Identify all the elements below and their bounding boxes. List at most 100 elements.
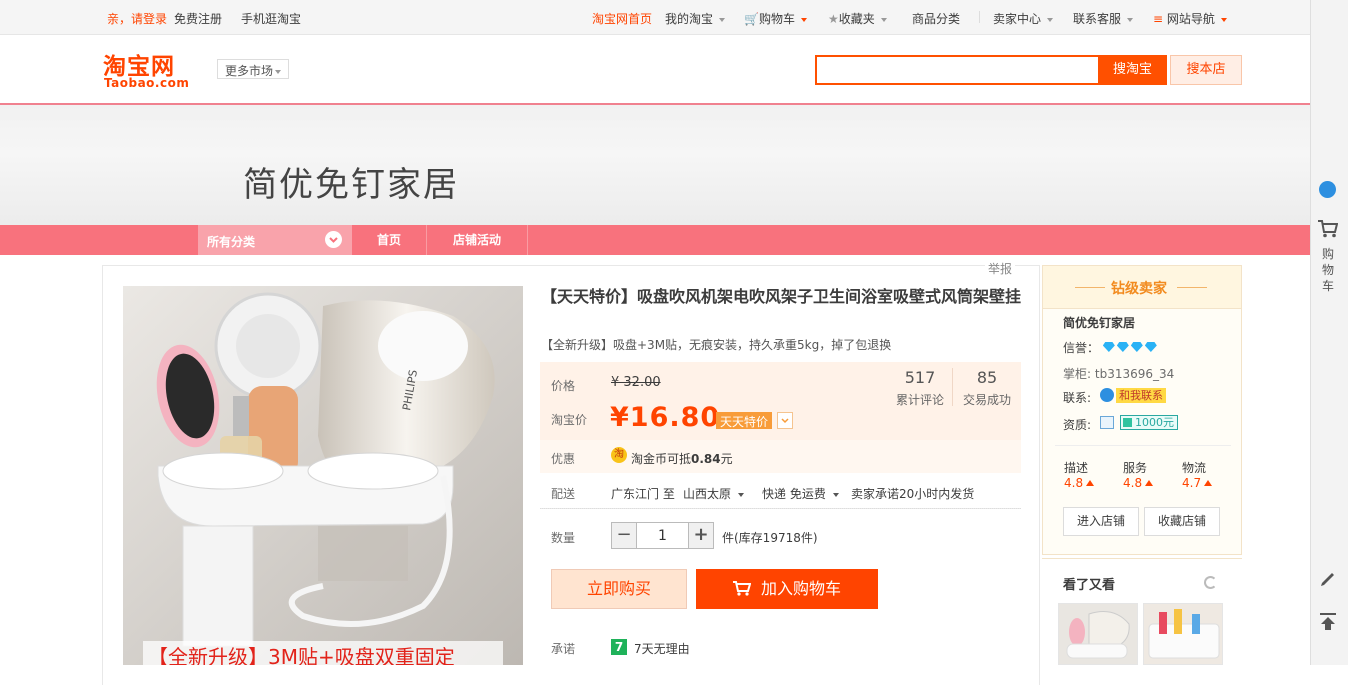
site-nav-menu[interactable]: ≡ 网站导航 bbox=[1153, 10, 1227, 27]
chevron-down-icon bbox=[275, 69, 282, 74]
ship-method-dropdown[interactable]: 快递 免运费 bbox=[762, 485, 839, 502]
buy-now-button[interactable]: 立即购买 bbox=[551, 569, 687, 609]
categories-link[interactable]: 商品分类 bbox=[912, 10, 960, 27]
back-to-top-icon[interactable] bbox=[1319, 612, 1337, 633]
certificate-icon[interactable] bbox=[1100, 416, 1114, 429]
promise-label: 承诺 bbox=[551, 642, 576, 656]
arrow-up-icon bbox=[1204, 480, 1213, 486]
quantity-decrease-button[interactable]: − bbox=[611, 522, 637, 549]
cart-icon: 🛒 bbox=[744, 12, 759, 26]
nav-home[interactable]: 首页 bbox=[352, 225, 427, 255]
product-image[interactable]: PHILIPS 【全新升级】3M贴+吸盘双重固定 bbox=[123, 286, 523, 665]
reviews-label[interactable]: 累计评论 bbox=[893, 391, 947, 408]
recommended-thumbnail[interactable] bbox=[1058, 603, 1138, 665]
diamond-icon bbox=[1116, 342, 1129, 352]
right-sidebar bbox=[1310, 0, 1348, 665]
service-menu[interactable]: 联系客服 bbox=[1073, 10, 1134, 27]
diamond-icon bbox=[1130, 342, 1143, 352]
cart-menu[interactable]: 🛒购物车 bbox=[744, 10, 807, 27]
diamond-icon bbox=[1144, 342, 1157, 352]
promise-text[interactable]: 7天无理由 bbox=[634, 640, 690, 657]
quantity-input[interactable]: 1 bbox=[637, 522, 688, 549]
deals-count: 85 bbox=[976, 368, 998, 387]
chevron-down-icon bbox=[1220, 17, 1227, 22]
chevron-down-icon bbox=[832, 492, 839, 497]
divider bbox=[979, 11, 980, 23]
site-topbar: 亲，请登录 免费注册 手机逛淘宝 淘宝网首页 我的淘宝 🛒购物车 ★收藏夹 商品… bbox=[0, 0, 1310, 35]
sidebar-cart-label[interactable]: 购物车 bbox=[1321, 246, 1335, 294]
chevron-down-icon bbox=[880, 17, 887, 22]
taobao-price-label: 淘宝价 bbox=[551, 413, 588, 427]
stock-text: 件(库存19718件) bbox=[722, 531, 818, 545]
register-link[interactable]: 免费注册 bbox=[174, 10, 222, 27]
image-caption: 【全新升级】3M贴+吸盘双重固定 bbox=[148, 645, 455, 665]
promo-text: 淘金币可抵0.84元 bbox=[631, 452, 733, 466]
mobile-link[interactable]: 手机逛淘宝 bbox=[241, 10, 301, 27]
current-price: ¥16.80 bbox=[610, 402, 721, 433]
my-taobao-menu[interactable]: 我的淘宝 bbox=[665, 10, 726, 27]
credit-row: 信誉： bbox=[1063, 339, 1159, 356]
owner-row: 掌柜: tb313696_34 bbox=[1063, 367, 1175, 381]
search-shop-button[interactable]: 搜本店 bbox=[1170, 55, 1242, 85]
shop-banner: 简优免钉家居 bbox=[0, 105, 1310, 225]
rating-label: 服务 bbox=[1123, 461, 1148, 475]
seven-day-return-icon: 7 bbox=[611, 639, 627, 655]
recommended-thumbnail[interactable] bbox=[1143, 603, 1223, 665]
ornament bbox=[1177, 287, 1207, 288]
add-to-cart-button[interactable]: 加入购物车 bbox=[696, 569, 878, 609]
daily-deal-badge: 天天特价 bbox=[716, 412, 773, 429]
favorite-shop-button[interactable]: 收藏店铺 bbox=[1144, 507, 1220, 536]
seller-center-menu[interactable]: 卖家中心 bbox=[993, 10, 1054, 27]
seller-level: 钻级卖家 bbox=[1111, 281, 1167, 297]
rating-label: 描述 bbox=[1064, 461, 1089, 475]
search-input[interactable] bbox=[815, 55, 1098, 85]
rating-value: 4.8 bbox=[1064, 476, 1095, 490]
divider bbox=[1055, 445, 1231, 446]
rating-value: 4.7 bbox=[1182, 476, 1213, 490]
price-dropdown[interactable] bbox=[777, 412, 793, 429]
feedback-edit-icon[interactable] bbox=[1319, 570, 1337, 589]
shop-name[interactable]: 简优免钉家居 bbox=[243, 157, 459, 206]
chevron-down-icon bbox=[719, 17, 726, 22]
divider bbox=[540, 508, 1021, 509]
refresh-icon[interactable] bbox=[1204, 576, 1217, 589]
diamond-icon bbox=[1102, 341, 1159, 355]
chevron-down-icon bbox=[325, 231, 342, 248]
cart-icon[interactable] bbox=[1318, 220, 1339, 241]
diamond-icon bbox=[1102, 342, 1115, 352]
rating-value: 4.8 bbox=[1123, 476, 1154, 490]
favorites-menu[interactable]: ★收藏夹 bbox=[828, 10, 887, 27]
rating-label: 物流 bbox=[1182, 461, 1207, 475]
quantity-label: 数量 bbox=[551, 531, 576, 545]
taobao-logo-en[interactable]: Taobao.com bbox=[104, 76, 189, 90]
original-price: ¥ 32.00 bbox=[611, 375, 661, 390]
login-link[interactable]: 亲，请登录 bbox=[107, 10, 167, 27]
search-taobao-button[interactable]: 搜淘宝 bbox=[1098, 55, 1167, 85]
coin-icon: 淘 bbox=[611, 447, 627, 463]
more-markets-dropdown[interactable]: 更多市场 bbox=[217, 59, 289, 79]
seller-name[interactable]: 简优免钉家居 bbox=[1063, 314, 1135, 331]
home-link[interactable]: 淘宝网首页 bbox=[592, 10, 652, 27]
product-title: 【天天特价】吸盘吹风机架电吹风架子卫生间浴室吸壁式风筒架壁挂 bbox=[541, 287, 1022, 306]
deposit-badge[interactable]: 1000元 bbox=[1120, 415, 1178, 430]
quantity-increase-button[interactable]: + bbox=[688, 522, 714, 549]
nav-shop-activities[interactable]: 店铺活动 bbox=[427, 225, 528, 255]
chevron-down-icon bbox=[800, 17, 807, 22]
contact-seller-button[interactable]: 和我联系 bbox=[1116, 388, 1166, 403]
reviews-count[interactable]: 517 bbox=[895, 368, 945, 387]
shop-nav: 所有分类 首页 店铺活动 bbox=[0, 225, 1310, 255]
ship-to-dropdown[interactable]: 山西太原 bbox=[683, 485, 745, 502]
deals-label: 交易成功 bbox=[962, 393, 1011, 407]
all-categories-menu[interactable]: 所有分类 bbox=[198, 225, 352, 255]
star-icon: ★ bbox=[828, 12, 839, 26]
divider bbox=[1042, 558, 1242, 559]
enter-shop-button[interactable]: 进入店铺 bbox=[1063, 507, 1139, 536]
chat-icon[interactable] bbox=[1100, 388, 1114, 402]
chevron-down-icon bbox=[1047, 17, 1054, 22]
shipping-label: 配送 bbox=[551, 487, 576, 501]
price-label: 价格 bbox=[551, 379, 576, 393]
ship-from: 广东江门 至 bbox=[611, 487, 675, 501]
chat-icon[interactable] bbox=[1319, 181, 1336, 198]
report-link[interactable]: 举报 bbox=[985, 260, 1016, 277]
ship-promise: 卖家承诺20小时内发货 bbox=[851, 487, 975, 501]
